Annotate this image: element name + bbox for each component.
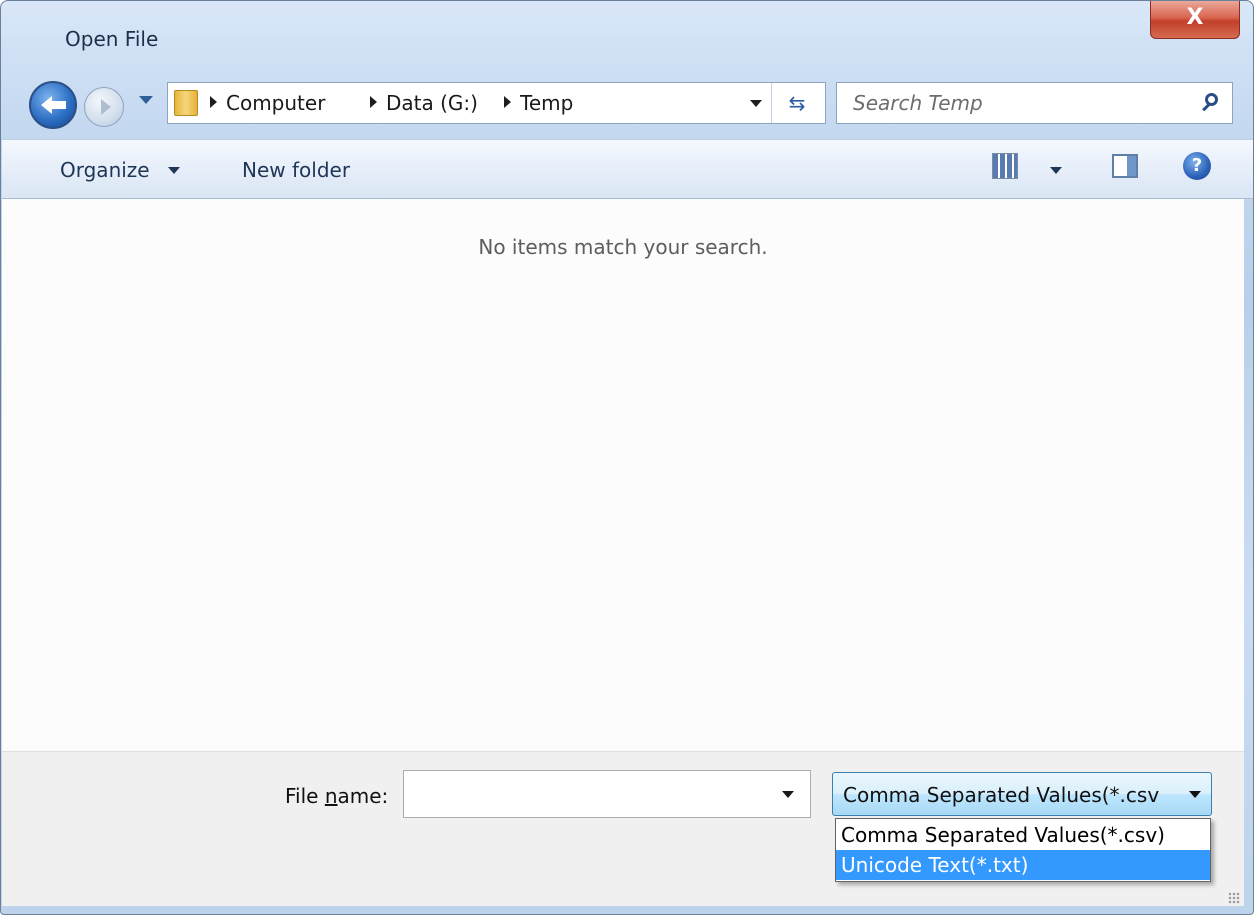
search-box[interactable]: Search Temp bbox=[836, 82, 1233, 124]
forward-button[interactable] bbox=[84, 87, 124, 127]
breadcrumb-separator-icon[interactable] bbox=[504, 96, 511, 108]
breadcrumb-data-g[interactable]: Data (G:) bbox=[386, 91, 478, 115]
file-name-input[interactable] bbox=[403, 770, 811, 818]
resize-grip-icon[interactable] bbox=[1228, 892, 1240, 904]
breadcrumb-separator-icon[interactable] bbox=[210, 96, 217, 108]
breadcrumb-temp[interactable]: Temp bbox=[520, 91, 573, 115]
bottom-panel: File name: Comma Separated Values(*.csv … bbox=[2, 751, 1244, 906]
change-view-icon[interactable] bbox=[992, 153, 1018, 179]
file-name-label: File name: bbox=[285, 784, 389, 808]
empty-results-message: No items match your search. bbox=[478, 235, 768, 259]
organize-button[interactable]: Organize bbox=[60, 158, 150, 182]
window-title: Open File bbox=[65, 27, 159, 51]
command-toolbar: Organize New folder ? bbox=[2, 139, 1253, 199]
close-icon: X bbox=[1186, 5, 1204, 30]
breadcrumb-computer[interactable]: Computer bbox=[226, 91, 325, 115]
file-list-area[interactable]: No items match your search. bbox=[2, 199, 1244, 751]
chevron-down-icon[interactable] bbox=[1189, 791, 1201, 798]
preview-pane-icon[interactable] bbox=[1112, 154, 1138, 178]
file-type-option-csv[interactable]: Comma Separated Values(*.csv) bbox=[836, 820, 1210, 850]
close-button[interactable]: X bbox=[1150, 1, 1240, 39]
file-name-dropdown-icon[interactable] bbox=[782, 791, 794, 798]
folder-icon bbox=[174, 90, 198, 116]
breadcrumb-separator-icon[interactable] bbox=[370, 96, 377, 108]
search-input[interactable]: Search Temp bbox=[853, 91, 983, 115]
view-options-dropdown-icon[interactable] bbox=[1050, 167, 1062, 174]
title-bar: Open File X bbox=[1, 1, 1253, 67]
recent-locations-dropdown-icon[interactable] bbox=[139, 96, 153, 104]
file-type-select[interactable]: Comma Separated Values(*.csv bbox=[832, 772, 1212, 816]
file-type-dropdown-list: Comma Separated Values(*.csv) Unicode Te… bbox=[835, 818, 1211, 882]
open-file-dialog: Open File X Computer Data (G:) Temp ⇆ Se… bbox=[0, 0, 1254, 915]
file-type-selected: Comma Separated Values(*.csv bbox=[843, 783, 1160, 807]
address-divider bbox=[771, 83, 772, 123]
help-icon[interactable]: ? bbox=[1183, 152, 1211, 180]
address-bar[interactable]: Computer Data (G:) Temp ⇆ bbox=[167, 82, 826, 124]
search-icon[interactable] bbox=[1205, 93, 1218, 106]
address-dropdown-icon[interactable] bbox=[750, 100, 762, 107]
refresh-icon[interactable]: ⇆ bbox=[780, 89, 814, 117]
new-folder-button[interactable]: New folder bbox=[242, 158, 350, 182]
file-type-option-txt[interactable]: Unicode Text(*.txt) bbox=[836, 850, 1210, 880]
organize-dropdown-icon[interactable] bbox=[168, 167, 180, 174]
back-button[interactable] bbox=[29, 81, 77, 129]
